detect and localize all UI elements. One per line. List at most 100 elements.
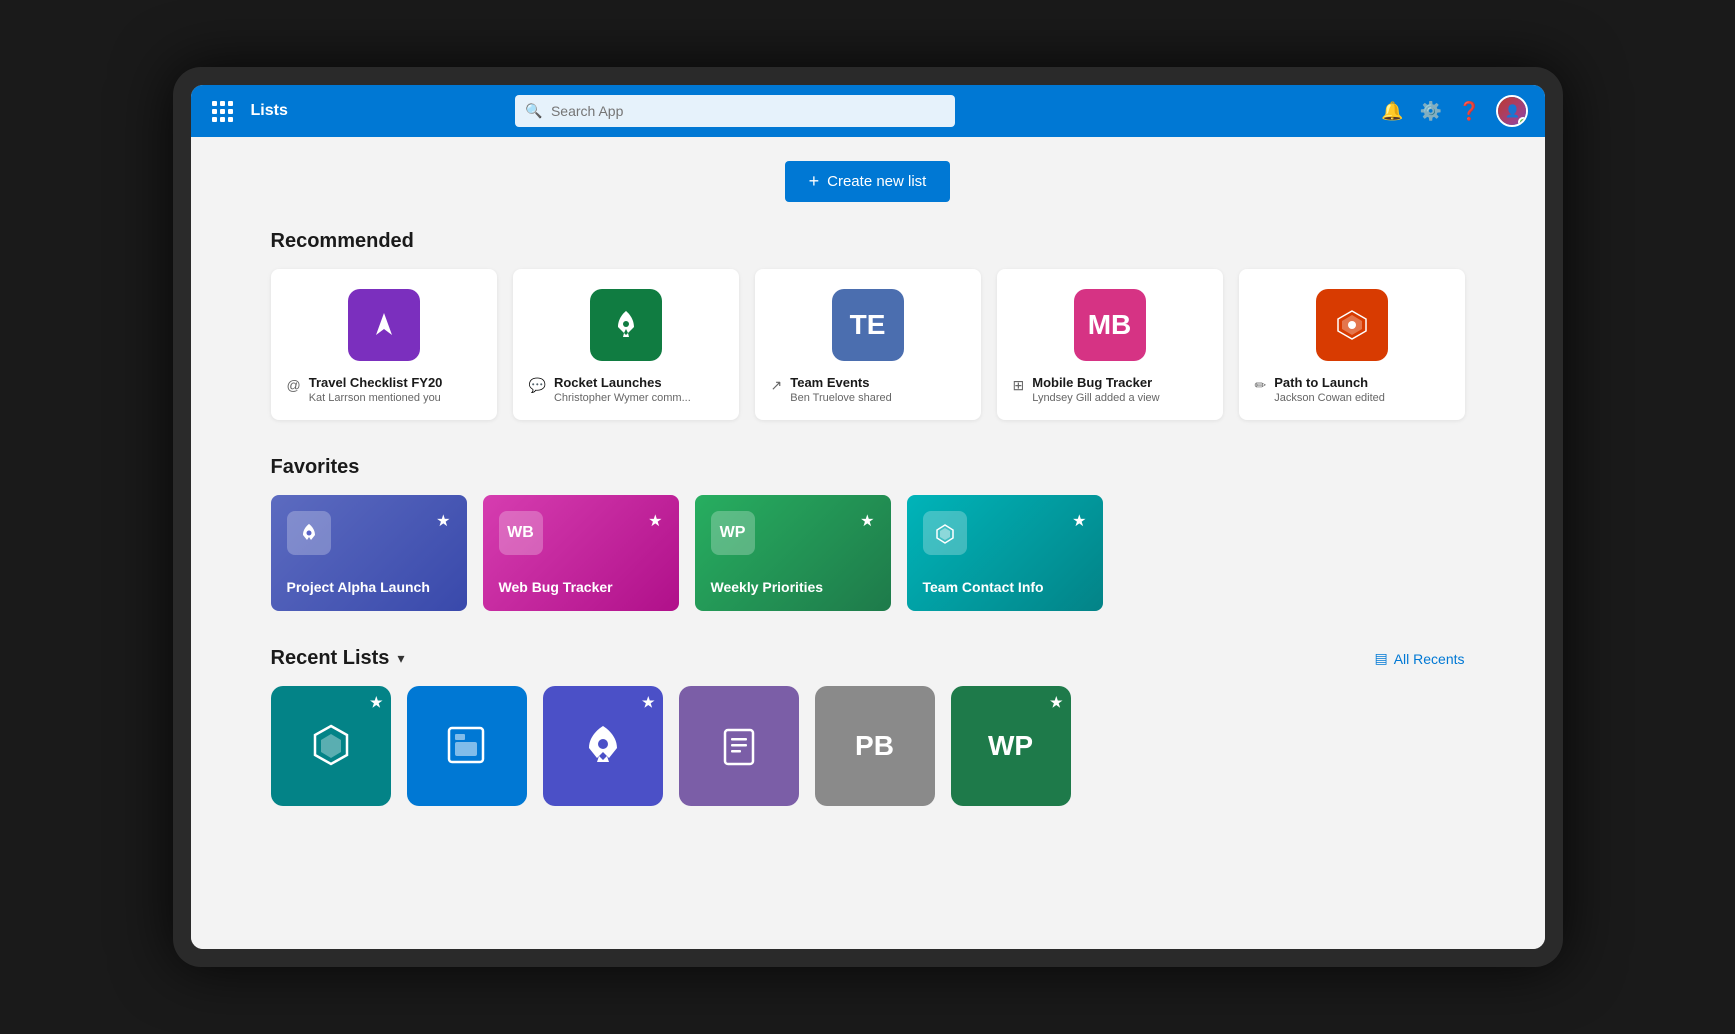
avatar-status-badge	[1518, 117, 1528, 127]
recent-card-3[interactable]: ★	[543, 686, 663, 806]
recent-section: Recent Lists ▾ ▤ All Recents ★	[271, 647, 1465, 806]
rec-card-bottom-3: ↗ Team Events Ben Truelove shared	[771, 375, 965, 404]
avatar[interactable]: 👤	[1496, 95, 1528, 127]
rec-card-info-2: Rocket Launches Christopher Wymer comm..…	[554, 375, 691, 404]
fav-label-3: Weekly Priorities	[711, 579, 875, 595]
rec-icon-mobile-bug: MB	[1074, 289, 1146, 361]
tablet-screen: Lists 🔍 🔔 ⚙️ ❓ 👤 + Create new	[191, 85, 1545, 949]
rec-icon-wrap-3: TE	[771, 289, 965, 361]
rec-card-info-5: Path to Launch Jackson Cowan edited	[1274, 375, 1385, 404]
recent-star-6: ★	[1050, 694, 1063, 711]
rec-icon-wrap-5	[1255, 289, 1449, 361]
recommended-grid: @ Travel Checklist FY20 Kat Larrson ment…	[271, 269, 1465, 420]
rec-card-rocket-launches[interactable]: 💬 Rocket Launches Christopher Wymer comm…	[513, 269, 739, 420]
rec-icon-wrap-4: MB	[1013, 289, 1207, 361]
rec-card-bottom-4: ⊞ Mobile Bug Tracker Lyndsey Gill added …	[1013, 375, 1207, 404]
recent-star-3: ★	[642, 694, 655, 711]
rec-card-bottom-2: 💬 Rocket Launches Christopher Wymer comm…	[529, 375, 723, 404]
fav-card-weekly-priorities[interactable]: WP ★ Weekly Priorities	[695, 495, 891, 611]
search-input[interactable]	[515, 95, 955, 127]
help-icon[interactable]: ❓	[1458, 101, 1480, 122]
rec-icon-travel	[348, 289, 420, 361]
fav-star-1: ★	[436, 511, 450, 531]
rec-card-title-2: Rocket Launches	[554, 375, 691, 390]
all-recents-label: All Recents	[1394, 651, 1465, 667]
rec-activity-icon-3: ↗	[771, 377, 783, 394]
recent-card-4[interactable]	[679, 686, 799, 806]
rec-card-path-to-launch[interactable]: ✏ Path to Launch Jackson Cowan edited	[1239, 269, 1465, 420]
fav-star-3: ★	[860, 511, 874, 531]
recent-title-row: Recent Lists ▾	[271, 647, 405, 670]
recent-grid: ★	[271, 686, 1465, 806]
rec-card-bottom-5: ✏ Path to Launch Jackson Cowan edited	[1255, 375, 1449, 404]
recommended-section: Recommended @	[271, 230, 1465, 420]
rec-icon-path	[1316, 289, 1388, 361]
create-btn-row: + Create new list	[271, 161, 1465, 202]
rec-activity-icon-1: @	[287, 377, 301, 393]
filter-icon: ▤	[1374, 650, 1387, 667]
favorites-grid: ★ Project Alpha Launch WB ★ Web Bug Trac…	[271, 495, 1465, 611]
rec-card-info-3: Team Events Ben Truelove shared	[790, 375, 892, 404]
recent-icon-text-5: PB	[855, 730, 894, 762]
create-btn-label: Create new list	[827, 173, 926, 190]
fav-label-4: Team Contact Info	[923, 579, 1087, 595]
rec-card-sub-1: Kat Larrson mentioned you	[309, 392, 443, 404]
app-title: Lists	[251, 102, 288, 120]
settings-icon[interactable]: ⚙️	[1420, 101, 1442, 122]
fav-label-2: Web Bug Tracker	[499, 579, 663, 595]
notification-icon[interactable]: 🔔	[1381, 101, 1403, 122]
recent-title: Recent Lists	[271, 647, 390, 670]
topbar-right-icons: 🔔 ⚙️ ❓ 👤	[1381, 95, 1528, 127]
fav-card-top-4: ★	[923, 511, 1087, 555]
fav-icon-3: WP	[711, 511, 755, 555]
recent-card-1[interactable]: ★	[271, 686, 391, 806]
fav-card-team-contact[interactable]: ★ Team Contact Info	[907, 495, 1103, 611]
rec-icon-wrap-2	[529, 289, 723, 361]
recent-icon-1	[305, 720, 357, 772]
fav-card-top-2: WB ★	[499, 511, 663, 555]
recent-icon-3	[577, 720, 629, 772]
rec-card-mobile-bug[interactable]: MB ⊞ Mobile Bug Tracker Lyndsey Gill add…	[997, 269, 1223, 420]
fav-icon-text-2: WB	[507, 524, 534, 542]
main-content: + Create new list Recommended	[191, 137, 1545, 949]
rec-card-sub-4: Lyndsey Gill added a view	[1032, 392, 1159, 404]
recent-star-1: ★	[370, 694, 383, 711]
rec-icon-team-events: TE	[832, 289, 904, 361]
rec-card-title-3: Team Events	[790, 375, 892, 390]
rec-card-sub-2: Christopher Wymer comm...	[554, 392, 691, 404]
recommended-title: Recommended	[271, 230, 1465, 253]
search-icon: 🔍	[525, 103, 542, 120]
rec-card-travel-checklist[interactable]: @ Travel Checklist FY20 Kat Larrson ment…	[271, 269, 497, 420]
rec-card-team-events[interactable]: TE ↗ Team Events Ben Truelove shared	[755, 269, 981, 420]
chevron-down-icon[interactable]: ▾	[397, 650, 404, 667]
fav-star-2: ★	[648, 511, 662, 531]
fav-card-web-bug[interactable]: WB ★ Web Bug Tracker	[483, 495, 679, 611]
rec-activity-icon-5: ✏	[1255, 377, 1267, 394]
rec-card-info-1: Travel Checklist FY20 Kat Larrson mentio…	[309, 375, 443, 404]
fav-card-top-1: ★	[287, 511, 451, 555]
recent-header: Recent Lists ▾ ▤ All Recents	[271, 647, 1465, 670]
recent-icon-text-6: WP	[988, 730, 1033, 762]
fav-star-4: ★	[1072, 511, 1086, 531]
recent-card-2[interactable]	[407, 686, 527, 806]
fav-card-top-3: WP ★	[711, 511, 875, 555]
recent-icon-2	[441, 720, 493, 772]
all-recents-button[interactable]: ▤ All Recents	[1374, 650, 1464, 667]
favorites-title: Favorites	[271, 456, 1465, 479]
rec-card-title-5: Path to Launch	[1274, 375, 1385, 390]
rec-activity-icon-2: 💬	[529, 377, 546, 394]
tablet-frame: Lists 🔍 🔔 ⚙️ ❓ 👤 + Create new	[173, 67, 1563, 967]
fav-card-project-alpha[interactable]: ★ Project Alpha Launch	[271, 495, 467, 611]
recent-card-5[interactable]: PB	[815, 686, 935, 806]
recent-card-6[interactable]: ★ WP	[951, 686, 1071, 806]
rec-card-sub-5: Jackson Cowan edited	[1274, 392, 1385, 404]
fav-icon-text-3: WP	[720, 524, 746, 542]
rec-card-title-4: Mobile Bug Tracker	[1032, 375, 1159, 390]
rec-activity-icon-4: ⊞	[1013, 377, 1025, 394]
create-new-list-button[interactable]: + Create new list	[785, 161, 951, 202]
rec-icon-wrap-1	[287, 289, 481, 361]
waffle-icon[interactable]	[207, 95, 239, 127]
plus-icon: +	[809, 171, 820, 192]
rec-card-info-4: Mobile Bug Tracker Lyndsey Gill added a …	[1032, 375, 1159, 404]
rec-card-bottom-1: @ Travel Checklist FY20 Kat Larrson ment…	[287, 375, 481, 404]
